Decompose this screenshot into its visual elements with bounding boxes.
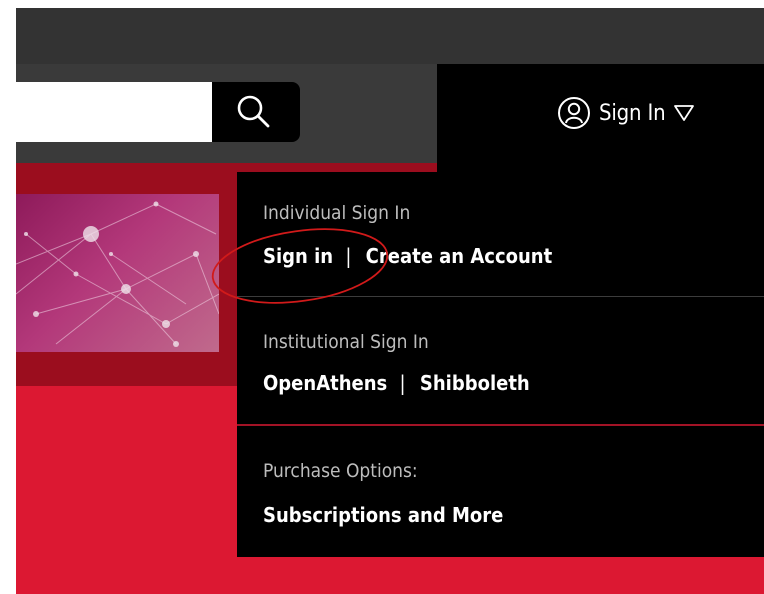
institutional-sign-in-section: Institutional Sign In OpenAthens | Shibb… xyxy=(237,297,764,424)
network-graphic xyxy=(16,201,219,347)
purchase-options-section: Purchase Options: Subscriptions and More xyxy=(237,426,764,557)
openathens-link[interactable]: OpenAthens xyxy=(263,371,387,395)
create-account-link[interactable]: Create an Account xyxy=(366,244,553,268)
sign-in-dropdown-trigger[interactable]: Sign In xyxy=(557,93,695,133)
institutional-sign-in-heading: Institutional Sign In xyxy=(263,331,429,353)
link-separator: | xyxy=(345,244,352,268)
triangle-down-icon xyxy=(674,105,695,121)
individual-sign-in-section: Individual Sign In Sign in | Create an A… xyxy=(237,172,764,296)
top-bar xyxy=(16,8,764,64)
shibboleth-link[interactable]: Shibboleth xyxy=(420,371,530,395)
search-icon xyxy=(237,95,270,128)
link-separator: | xyxy=(399,371,406,395)
hero-network-image xyxy=(16,194,219,352)
subscriptions-link[interactable]: Subscriptions and More xyxy=(263,503,503,527)
search-button[interactable] xyxy=(212,82,300,142)
individual-sign-in-links: Sign in | Create an Account xyxy=(263,244,552,268)
sign-in-trigger-label: Sign In xyxy=(599,100,666,126)
purchase-options-heading: Purchase Options: xyxy=(263,460,418,482)
user-circle-icon xyxy=(558,97,590,129)
page: Sign In Individual Sign In Sign in | Cre… xyxy=(16,8,764,594)
institutional-sign-in-links: OpenAthens | Shibboleth xyxy=(263,371,530,395)
individual-sign-in-heading: Individual Sign In xyxy=(263,202,411,224)
sign-in-link[interactable]: Sign in xyxy=(263,244,333,268)
search-strip xyxy=(16,64,437,163)
purchase-options-links: Subscriptions and More xyxy=(263,503,503,527)
search-input[interactable] xyxy=(16,82,212,142)
sign-in-dropdown-menu: Individual Sign In Sign in | Create an A… xyxy=(237,172,764,557)
account-bar: Sign In xyxy=(437,64,764,176)
